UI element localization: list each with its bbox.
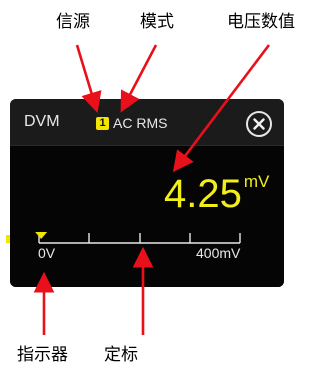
callout-indicator-label: 指示器 <box>17 345 68 365</box>
callout-voltage-label: 电压数值 <box>227 12 295 32</box>
close-button[interactable] <box>246 111 272 137</box>
panel-title: DVM <box>24 113 60 130</box>
scale-min-label: 0V <box>38 245 56 261</box>
close-icon <box>253 118 265 130</box>
callout-mode-label: 模式 <box>140 12 174 32</box>
callout-source-label: 信源 <box>56 12 90 32</box>
callout-ruler-label: 定标 <box>104 345 138 365</box>
scale-max-label: 400mV <box>196 245 241 261</box>
scale-ruler <box>35 232 241 244</box>
level-indicator-triangle-down-icon <box>35 232 48 239</box>
channel-badge[interactable]: 1 <box>96 117 109 130</box>
mode-label[interactable]: AC RMS <box>113 115 167 131</box>
dvm-display: 4.25 mV 0V 400mV <box>10 146 284 287</box>
dvm-panel: DVM 1 AC RMS 4.25 mV 0V 400mV <box>10 99 284 287</box>
dvm-panel-header: DVM 1 AC RMS <box>10 99 284 146</box>
